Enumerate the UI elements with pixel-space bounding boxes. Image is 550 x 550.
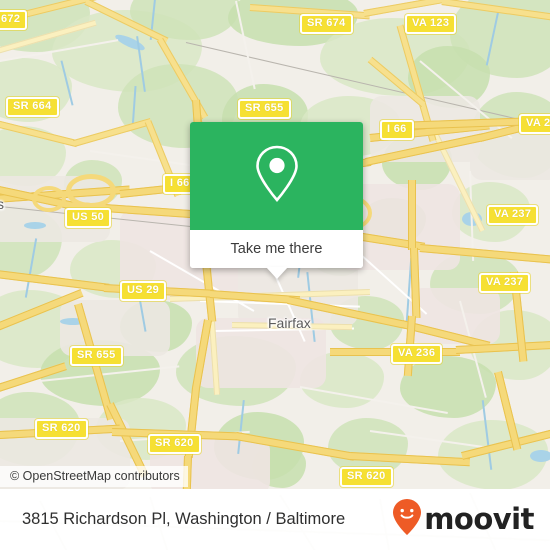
location-title: 3815 Richardson Pl, Washington / Baltimo… (22, 510, 346, 528)
map-viewport[interactable]: Fairfax s 672 SR 674 VA 123 SR 664 SR 65… (0, 0, 550, 489)
road-shield[interactable]: US 29 (120, 281, 167, 301)
take-me-there-button[interactable]: Take me there (190, 230, 363, 268)
moovit-map-screenshot: Fairfax s 672 SR 674 VA 123 SR 664 SR 65… (0, 0, 550, 550)
water-body (530, 450, 550, 462)
water-body (24, 222, 46, 229)
map-pin-icon (250, 143, 304, 210)
interchange-loop (32, 186, 66, 212)
road-shield[interactable]: VA 2 (519, 114, 550, 134)
popup-pointer-tail (265, 267, 288, 279)
road-shield[interactable]: SR 664 (6, 97, 59, 117)
place-label-partial: s (0, 196, 4, 212)
road-shield[interactable]: SR 655 (238, 99, 291, 119)
place-label-fairfax: Fairfax (268, 315, 311, 331)
road-shield[interactable]: 672 (0, 10, 28, 30)
road-shield[interactable]: SR 674 (300, 14, 353, 34)
road-shield[interactable]: I 66 (380, 120, 414, 140)
road-shield[interactable]: VA 236 (391, 344, 443, 364)
road-shield[interactable]: SR 620 (340, 467, 393, 487)
road-shield[interactable]: SR 620 (148, 434, 201, 454)
road-shield[interactable]: SR 655 (70, 346, 123, 366)
popup-pin-panel (190, 122, 363, 230)
road-shield[interactable]: VA 237 (487, 205, 539, 225)
moovit-logo[interactable]: moovit (392, 498, 534, 541)
osm-attribution[interactable]: © OpenStreetMap contributors (0, 466, 188, 487)
interchange-loop (66, 174, 116, 208)
road-shield[interactable]: VA 123 (405, 14, 457, 34)
road-shield[interactable]: US 50 (65, 208, 112, 228)
footer-bar: 3815 Richardson Pl, Washington / Baltimo… (0, 489, 550, 550)
road-shield[interactable]: VA 237 (479, 273, 531, 293)
motorway-va237 (408, 180, 416, 250)
moovit-wordmark: moovit (424, 502, 534, 536)
location-popup-card[interactable]: Take me there (190, 122, 363, 279)
moovit-smiley-pin-icon (392, 498, 422, 541)
road-shield[interactable]: SR 620 (35, 419, 88, 439)
